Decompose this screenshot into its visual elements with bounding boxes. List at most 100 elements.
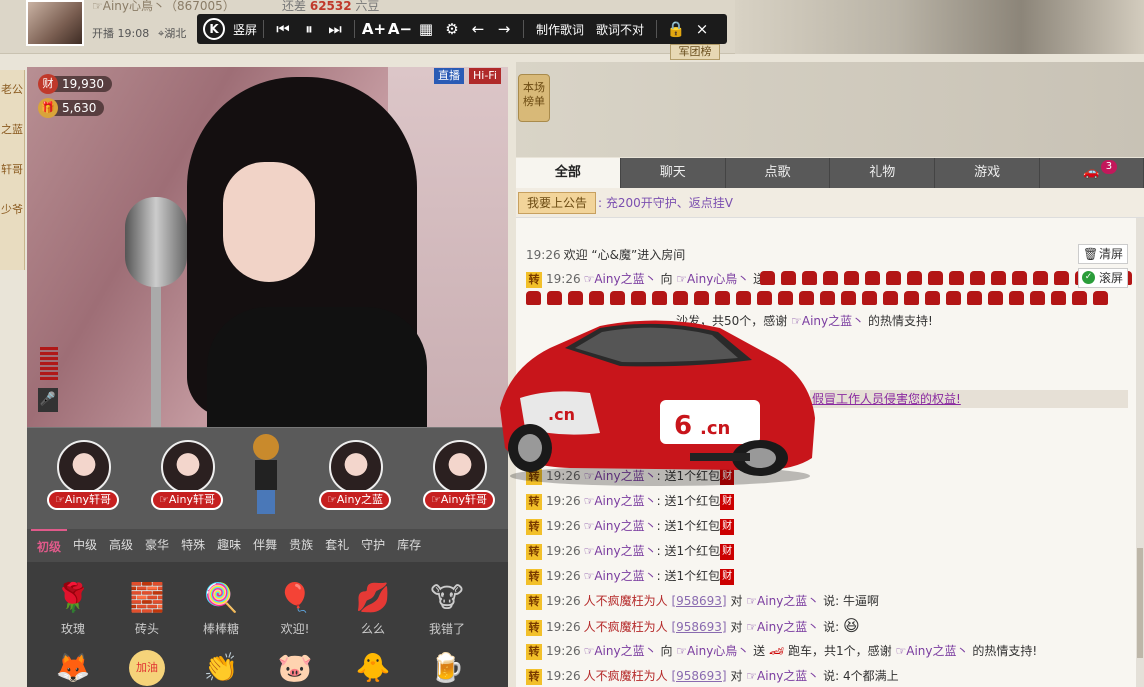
chat-scrollbar[interactable] <box>1136 218 1144 687</box>
color-palette-icon[interactable]: ▦ <box>413 14 439 44</box>
tab-game[interactable]: 游戏 <box>935 158 1040 188</box>
gift-item[interactable]: 🧱 砖头 <box>119 580 175 637</box>
vertical-screen-button[interactable]: 竖屏 <box>233 14 257 44</box>
host-name[interactable]: ☞Ainy心鳥丶（867005） <box>92 0 235 14</box>
guard-name: ☞Ainy轩哥 <box>423 490 495 510</box>
repost-icon[interactable]: 转 <box>526 594 542 610</box>
gift-item[interactable]: 🎈 欢迎! <box>267 580 323 637</box>
gift-tab[interactable]: 初级 <box>31 529 68 562</box>
clear-screen-button[interactable]: 🗑 清屏 <box>1078 244 1129 264</box>
trash-icon: 🗑 <box>1083 247 1099 261</box>
session-rank-button[interactable]: 本场榜单 <box>518 74 550 122</box>
gift-item[interactable]: 🌹 玫瑰 <box>45 580 101 637</box>
hifi-tag[interactable]: Hi-Fi <box>469 68 501 84</box>
strip-item[interactable]: 老公 <box>0 70 24 110</box>
car-icon: 🚗 <box>1083 165 1100 180</box>
chibi-avatar[interactable] <box>249 434 281 516</box>
host-avatar[interactable] <box>26 0 84 46</box>
chat-line: 转 19:26 人不疯魔枉为人 [958693] 对 ☞Ainy之蓝丶 说: 😆 <box>526 616 860 636</box>
gift-item[interactable]: 加油 <box>119 650 175 687</box>
guard-avatar <box>433 440 487 494</box>
auto-scroll-toggle[interactable]: ✓ 滚屏 <box>1078 268 1129 288</box>
back-arrow-icon[interactable]: ← <box>465 14 491 44</box>
guard-item[interactable]: ☞Ainy轩哥 <box>43 440 123 526</box>
strip-item[interactable]: 少爷 <box>0 190 24 230</box>
gift-tab[interactable]: 伴舞 <box>247 529 283 562</box>
guard-name: ☞Ainy轩哥 <box>47 490 119 510</box>
gift-tab[interactable]: 中级 <box>67 529 103 562</box>
tab-chat[interactable]: 聊天 <box>621 158 726 188</box>
mic-icon[interactable]: 🎤 <box>38 388 58 412</box>
live-video[interactable] <box>27 67 508 427</box>
diff-to-next-level: 还差 62532 六豆 <box>282 0 380 13</box>
cheer-icon: 加油 <box>129 650 165 686</box>
post-announcement-button[interactable]: 我要上公告 <box>518 192 596 214</box>
forward-arrow-icon[interactable]: → <box>491 14 517 44</box>
warning-link[interactable]: 假冒工作人员侵害您的权益! <box>810 390 1128 408</box>
lyric-wrong-button[interactable]: 歌词不对 <box>590 14 650 44</box>
car-count-badge: 3 <box>1100 160 1117 174</box>
gift-tab[interactable]: 守护 <box>355 529 391 562</box>
wealth-icon: 财 <box>720 518 735 535</box>
guard-avatar <box>329 440 383 494</box>
font-increase-icon[interactable]: A+ <box>361 14 387 44</box>
gift-tab[interactable]: 库存 <box>391 529 427 562</box>
guard-item[interactable]: ☞Ainy之蓝 <box>315 440 395 526</box>
font-decrease-icon[interactable]: A− <box>387 14 413 44</box>
gift-item[interactable]: 🐥 <box>345 650 401 687</box>
gift-box-icon: 🎁 <box>38 98 58 118</box>
repost-icon[interactable]: 转 <box>526 644 542 660</box>
duck-icon: 🐥 <box>355 651 391 684</box>
repost-icon[interactable]: 转 <box>526 669 542 685</box>
svg-text:.cn: .cn <box>548 405 575 424</box>
repost-icon[interactable]: 转 <box>526 519 542 535</box>
wealth-badge: 财 19,930 <box>38 74 112 94</box>
tab-all[interactable]: 全部 <box>516 158 621 188</box>
wealth-icon: 财 <box>720 568 735 585</box>
gift-tab[interactable]: 豪华 <box>139 529 175 562</box>
gift-item[interactable]: 👏 <box>193 650 249 687</box>
guard-item[interactable]: ☞Ainy轩哥 <box>419 440 499 526</box>
repost-icon[interactable]: 转 <box>526 272 542 288</box>
close-icon[interactable]: × <box>689 14 715 44</box>
settings-gear-icon[interactable]: ⚙ <box>439 14 465 44</box>
karaoke-k-icon[interactable]: K <box>203 18 225 40</box>
tab-gift[interactable]: 礼物 <box>830 158 936 188</box>
chat-line: 转 19:26 人不疯魔枉为人 [958693] 对 ☞Ainy之蓝丶 说: 牛逼啊 <box>526 591 879 611</box>
guard-name: ☞Ainy轩哥 <box>151 490 223 510</box>
guard-name: ☞Ainy之蓝 <box>319 490 391 510</box>
gift-tab[interactable]: 套礼 <box>319 529 355 562</box>
gift-tab[interactable]: 贵族 <box>283 529 319 562</box>
gift-item[interactable]: 🍺 <box>419 650 475 687</box>
gift-item[interactable]: 💋 么么 <box>345 580 401 637</box>
gift-item[interactable]: 🐷 <box>267 650 323 687</box>
svg-text:.cn: .cn <box>700 418 730 439</box>
tab-song[interactable]: 点歌 <box>726 158 831 188</box>
gift-tab[interactable]: 趣味 <box>211 529 247 562</box>
repost-icon[interactable]: 转 <box>526 620 542 636</box>
strip-item[interactable]: 之蓝 <box>0 110 24 150</box>
gift-tab[interactable]: 高级 <box>103 529 139 562</box>
make-lyric-button[interactable]: 制作歌词 <box>530 14 590 44</box>
prev-icon[interactable]: ⏮ <box>270 14 296 44</box>
repost-icon[interactable]: 转 <box>526 544 542 560</box>
gift-item[interactable]: 🍭 棒棒糖 <box>193 580 249 637</box>
strip-item[interactable]: 轩哥 <box>0 150 24 190</box>
laugh-emoji-icon: 😆 <box>843 616 860 635</box>
pause-icon[interactable]: ⏸ <box>296 14 322 44</box>
announcement-text[interactable]: : 充200开守护、返点挂V <box>598 194 733 211</box>
army-rank-button[interactable]: 军团榜 <box>670 44 720 60</box>
guard-item[interactable]: ☞Ainy轩哥 <box>147 440 227 526</box>
tab-car[interactable]: 🚗 3 <box>1040 158 1144 188</box>
repost-icon[interactable]: 转 <box>526 494 542 510</box>
next-icon[interactable]: ⏭ <box>322 14 348 44</box>
gift-tab[interactable]: 特殊 <box>175 529 211 562</box>
repost-icon[interactable]: 转 <box>526 569 542 585</box>
gift-item[interactable]: 🦊 <box>45 650 101 687</box>
wealth-icon: 财 <box>38 74 58 94</box>
lollipop-icon: 🍭 <box>203 581 239 614</box>
gift-item[interactable]: 🐮 我错了 <box>419 580 475 637</box>
chat-line: 转19:26☞Ainy之蓝丶: 送1个红包财 <box>526 516 735 536</box>
lock-icon[interactable]: 🔒 <box>663 14 689 44</box>
brick-icon: 🧱 <box>129 581 165 614</box>
